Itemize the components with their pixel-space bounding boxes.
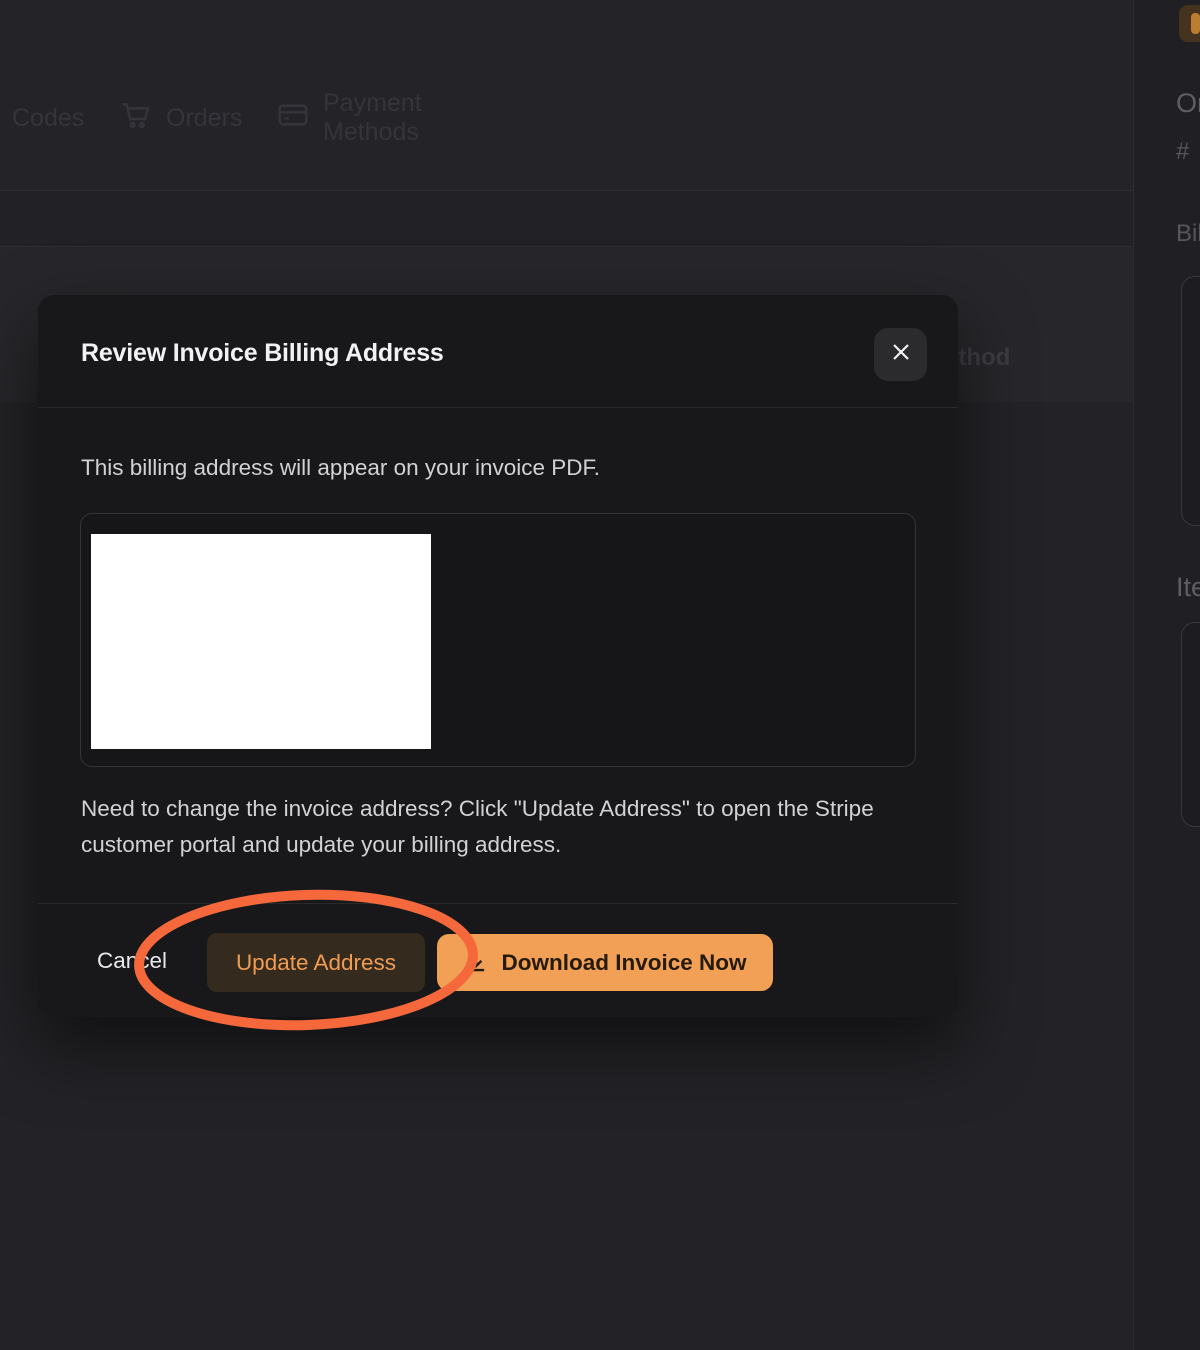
download-invoice-button[interactable]: Download Invoice Now (437, 934, 773, 991)
sidebar-billing-card (1181, 276, 1200, 526)
sidebar-items-card (1181, 622, 1200, 827)
dialog-header: Review Invoice Billing Address (38, 295, 958, 408)
download-icon (463, 950, 489, 976)
order-details-sidebar: Order # Billing Items (1133, 0, 1200, 1350)
close-button[interactable] (874, 328, 927, 381)
background-header-band (0, 0, 1133, 190)
dialog-title: Review Invoice Billing Address (81, 339, 444, 368)
credit-card-icon (277, 99, 309, 138)
tab-codes[interactable]: Codes (12, 104, 84, 133)
close-icon (890, 341, 912, 368)
review-invoice-billing-address-dialog: Review Invoice Billing Address This bill… (38, 295, 958, 1017)
update-address-button[interactable]: Update Address (207, 933, 425, 992)
dialog-description: This billing address will appear on your… (81, 455, 600, 481)
sidebar-order-heading: Order (1176, 88, 1200, 119)
billing-address-preview (80, 513, 916, 767)
tab-orders-label: Orders (166, 104, 242, 133)
dialog-footer: Cancel Update Address Download Invoice N… (38, 903, 958, 1017)
sidebar-action-icon (1191, 13, 1200, 34)
tab-orders[interactable]: Orders (120, 99, 242, 138)
sidebar-billing-label: Billing (1176, 220, 1200, 248)
redacted-address-block (91, 534, 431, 749)
sidebar-items-label: Items (1176, 572, 1200, 603)
dialog-help-text: Need to change the invoice address? Clic… (81, 791, 917, 863)
cancel-button[interactable]: Cancel (97, 942, 167, 980)
sidebar-action-button[interactable] (1179, 5, 1200, 42)
sidebar-order-number: # (1176, 138, 1189, 166)
cart-icon (120, 99, 152, 138)
tab-payment-methods-label: Payment Methods (323, 89, 422, 147)
download-invoice-label: Download Invoice Now (501, 950, 746, 976)
background-divider-band (0, 190, 1133, 246)
tab-codes-label: Codes (12, 104, 84, 133)
tab-payment-methods[interactable]: Payment Methods (277, 89, 422, 147)
